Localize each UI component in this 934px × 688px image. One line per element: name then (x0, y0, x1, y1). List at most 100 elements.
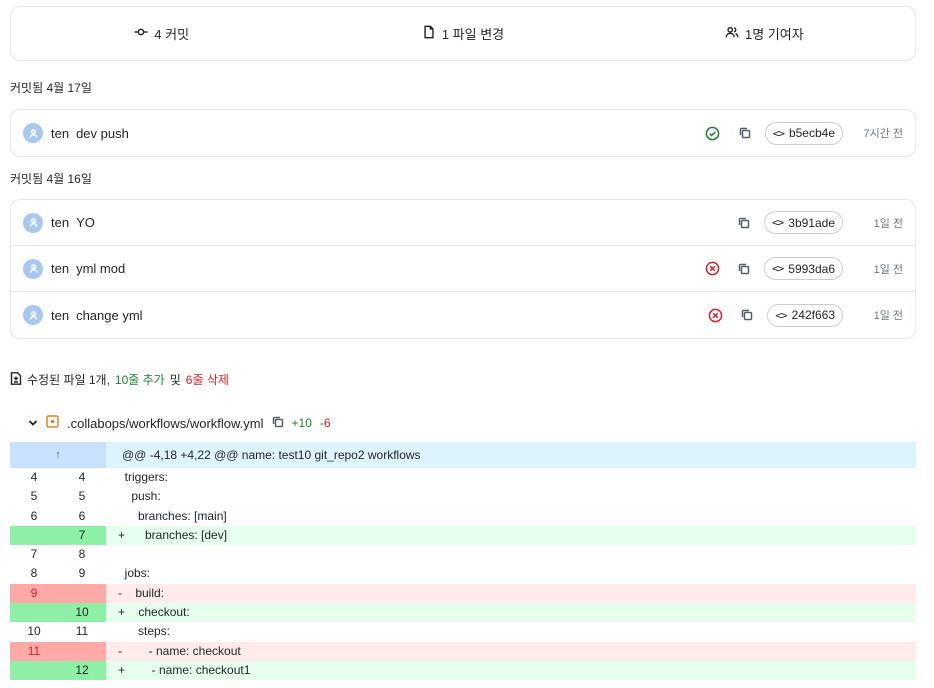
old-line-number[interactable]: 8 (10, 564, 58, 583)
copy-sha-button[interactable] (739, 307, 755, 323)
diff-line: 9 - build: (10, 583, 916, 604)
copy-sha-button[interactable] (736, 215, 752, 231)
file-icon (422, 25, 436, 42)
commit-message[interactable]: dev push (76, 126, 705, 141)
file-path[interactable]: .collabops/workflows/workflow.yml (67, 416, 264, 431)
chevron-down-icon[interactable] (28, 416, 38, 431)
diff-line: 10 11 steps: (10, 622, 916, 641)
commit-time: 1일 전 (873, 217, 903, 230)
copy-icon (738, 217, 750, 228)
file-deletions: -6 (319, 416, 331, 430)
diff-lines: 44 triggers: 5 5 push: 6 6 branches: [main] 7… (10, 468, 916, 681)
file-header: .collabops/workflows/workflow.yml +10 -6 (28, 413, 331, 433)
new-line-number[interactable]: 5 (58, 487, 106, 506)
commit-author[interactable]: ten (51, 126, 69, 141)
diff-code: steps: (118, 624, 171, 639)
changes-joiner: 및 (169, 373, 181, 387)
copy-sha-button[interactable] (737, 125, 753, 141)
old-line-number[interactable] (10, 603, 58, 623)
commit-row[interactable]: ten change yml <> 242f663 1일 전 (11, 292, 915, 338)
commit-time: 1일 전 (873, 263, 903, 276)
avatar (23, 305, 43, 325)
new-line-number[interactable] (58, 641, 106, 661)
new-line-number[interactable]: 12 (58, 660, 106, 681)
file-diff-icon (10, 371, 22, 388)
old-line-number[interactable]: 6 (10, 507, 58, 526)
old-line-number[interactable]: 7 (10, 545, 58, 564)
commit-row[interactable]: ten dev push <> b5ecb4e 7시간 전 (11, 110, 915, 156)
new-line-number[interactable]: 6 (58, 507, 106, 526)
diff-line: 10 + checkout: (10, 603, 916, 623)
summary-contributors[interactable]: 1명 기여자 (614, 24, 915, 43)
old-line-number[interactable]: 4 (10, 468, 58, 487)
old-line-number[interactable]: 11 (10, 641, 58, 661)
check-circle-icon[interactable] (705, 125, 721, 141)
changes-prefix: 수정된 파일 1개, (27, 373, 110, 387)
user-icon (29, 264, 37, 273)
old-line-number[interactable]: 5 (10, 487, 58, 506)
new-line-number[interactable]: 7 (58, 525, 106, 546)
hunk-header-text: @@ -4,18 +4,22 @@ name: test10 git_repo2… (122, 448, 421, 462)
old-line-number[interactable] (10, 525, 58, 546)
diff-line: 12 + - name: checkout1 (10, 660, 916, 681)
summary-files-label: 1 파일 변경 (441, 27, 505, 42)
hunk-header: ↑ @@ -4,18 +4,22 @@ name: test10 git_rep… (10, 442, 916, 468)
commit-sha-button[interactable]: <> 5993da6 (764, 257, 843, 280)
commit-sha-button[interactable]: <> 3b91ade (764, 211, 843, 234)
changes-added: 10줄 추가 (114, 373, 165, 387)
commit-sha-button[interactable]: <> b5ecb4e (764, 121, 843, 145)
commit-icon (134, 25, 148, 42)
copy-path-icon[interactable] (272, 416, 284, 431)
expand-up-icon: ↑ (55, 449, 61, 461)
expand-up-button[interactable]: ↑ (10, 442, 106, 468)
new-line-number[interactable]: 9 (58, 564, 106, 583)
changes-deleted: 6줄 삭제 (185, 373, 229, 387)
people-icon (725, 25, 739, 42)
x-circle-icon[interactable] (704, 261, 720, 277)
commit-row[interactable]: ten YO <> 3b91ade 1일 전 (11, 200, 915, 246)
commit-list: ten dev push <> b5ecb4e 7시간 전 (10, 109, 916, 157)
old-line-number[interactable] (10, 660, 58, 681)
code-icon: <> (772, 126, 785, 140)
summary-bar: 4 커밋 1 파일 변경 1명 기여자 (10, 6, 916, 61)
diff-line: 78 (10, 545, 916, 564)
new-line-number[interactable]: 11 (58, 622, 106, 641)
commit-author[interactable]: ten (51, 308, 69, 323)
copy-sha-button[interactable] (736, 261, 752, 277)
diff-line: 7 + branches: [dev] (10, 525, 916, 546)
commit-message[interactable]: yml mod (76, 261, 704, 276)
file-modified-icon (46, 415, 59, 431)
summary-files[interactable]: 1 파일 변경 (312, 24, 613, 43)
new-line-number[interactable]: 8 (58, 545, 106, 564)
commit-group-date: 커밋됨 4월 16일 (10, 172, 92, 186)
commit-author[interactable]: ten (51, 215, 69, 230)
x-circle-icon[interactable] (707, 307, 723, 323)
diff-line: 89 jobs: (10, 564, 916, 583)
old-line-number[interactable]: 9 (10, 583, 58, 604)
commit-message[interactable]: YO (76, 215, 736, 230)
new-line-number[interactable] (58, 583, 106, 604)
changes-summary: 수정된 파일 1개, 10줄 추가 및 6줄 삭제 (10, 371, 229, 388)
user-icon (29, 128, 37, 138)
commit-message[interactable]: change yml (76, 308, 707, 323)
summary-contributors-label: 1명 기여자 (744, 27, 804, 42)
diff-code: push: (118, 489, 161, 504)
commit-group-date: 커밋됨 4월 17일 (10, 81, 92, 95)
new-line-number[interactable]: 4 (58, 468, 106, 487)
new-line-number[interactable]: 10 (58, 603, 106, 623)
diff-code: - build: (118, 585, 165, 600)
diff-code: triggers: (118, 470, 169, 484)
summary-commits-label: 4 커밋 (154, 27, 190, 42)
commit-sha-button[interactable]: <> 242f663 (767, 303, 843, 327)
copy-icon (739, 127, 750, 139)
diff-view: ↑ @@ -4,18 +4,22 @@ name: test10 git_rep… (10, 442, 916, 681)
commit-author[interactable]: ten (51, 261, 69, 276)
commit-sha: 3b91ade (788, 215, 835, 230)
commit-row[interactable]: ten yml mod <> 5993da6 1일 전 (11, 246, 915, 292)
old-line-number[interactable]: 10 (10, 622, 58, 641)
avatar (23, 123, 43, 143)
code-icon: <> (775, 308, 787, 322)
diff-line: 55 push: (10, 487, 916, 506)
diff-code: jobs: (118, 566, 151, 581)
summary-commits[interactable]: 4 커밋 (11, 24, 312, 43)
